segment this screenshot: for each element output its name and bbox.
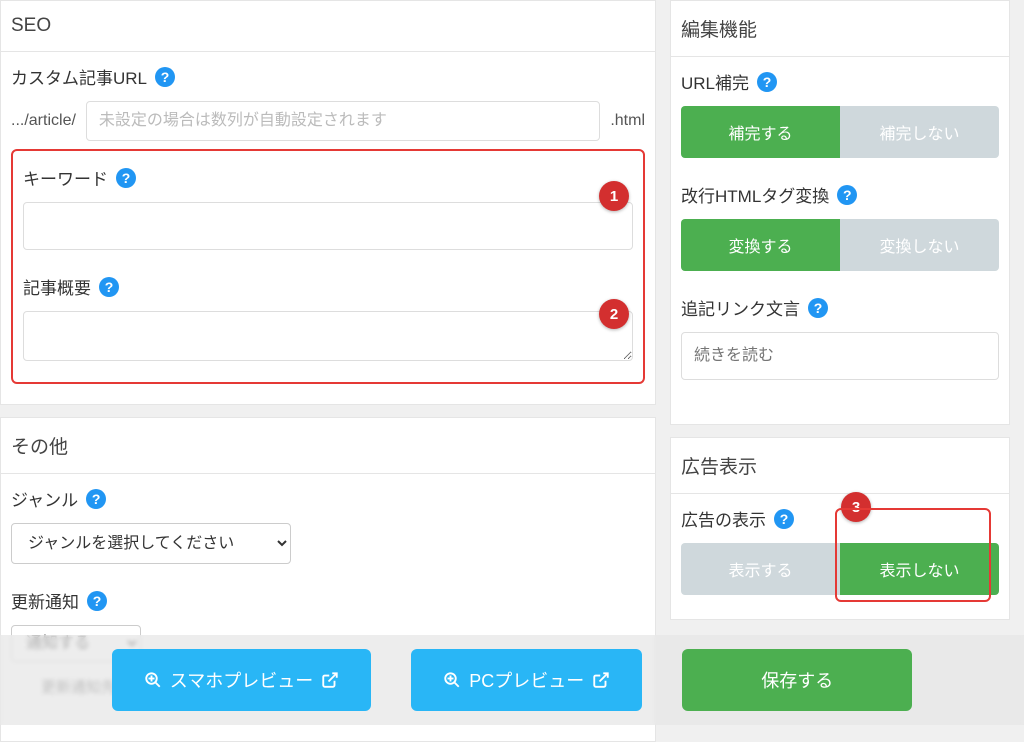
ad-panel: 広告表示 広告の表示 ? 表示する 表示しない 3	[670, 437, 1010, 620]
readmore-input[interactable]	[681, 332, 999, 380]
help-icon[interactable]: ?	[757, 72, 777, 92]
annotation-box-1-2: キーワード ? 1 記事概要 ? 2	[11, 149, 645, 384]
custom-url-label-row: カスタム記事URL ?	[11, 64, 645, 89]
summary-label-row: 記事概要 ?	[23, 274, 633, 299]
external-link-icon	[321, 671, 339, 689]
annotation-badge-1: 1	[599, 181, 629, 211]
url-complete-label-row: URL補完 ?	[681, 69, 999, 94]
preview-pc-label: PCプレビュー	[469, 667, 584, 693]
help-icon[interactable]: ?	[99, 277, 119, 297]
genre-label-row: ジャンル ?	[11, 486, 645, 511]
edit-panel: 編集機能 URL補完 ? 補完する 補完しない 改行HTMLタグ変換 ?	[670, 0, 1010, 425]
url-complete-on-button[interactable]: 補完する	[681, 106, 840, 158]
other-section-title: その他	[1, 418, 655, 474]
html-convert-label-row: 改行HTMLタグ変換 ?	[681, 182, 999, 207]
zoom-in-icon	[443, 671, 461, 689]
url-complete-off-button[interactable]: 補完しない	[840, 106, 999, 158]
custom-url-input[interactable]	[86, 101, 600, 141]
help-icon[interactable]: ?	[808, 298, 828, 318]
help-icon[interactable]: ?	[774, 509, 794, 529]
url-complete-segment: 補完する 補完しない	[681, 106, 999, 158]
notify-label-row: 更新通知 ?	[11, 588, 645, 613]
url-prefix-text: .../article/	[11, 112, 76, 130]
html-convert-segment: 変換する 変換しない	[681, 219, 999, 271]
genre-select[interactable]: ジャンルを選択してください	[11, 523, 291, 564]
readmore-label-row: 追記リンク文言 ?	[681, 295, 999, 320]
keyword-input[interactable]	[23, 202, 633, 250]
keyword-label: キーワード	[23, 165, 108, 190]
external-link-icon	[592, 671, 610, 689]
html-convert-off-button[interactable]: 変換しない	[840, 219, 999, 271]
seo-section-title: SEO	[1, 1, 655, 52]
preview-sp-button[interactable]: スマホプレビュー	[112, 649, 371, 711]
zoom-in-icon	[144, 671, 162, 689]
preview-pc-button[interactable]: PCプレビュー	[411, 649, 642, 711]
ad-display-on-button[interactable]: 表示する	[681, 543, 840, 595]
help-icon[interactable]: ?	[116, 168, 136, 188]
bottom-action-bar: スマホプレビュー PCプレビュー 保存する	[0, 635, 1024, 725]
summary-textarea[interactable]	[23, 311, 633, 361]
help-icon[interactable]: ?	[155, 67, 175, 87]
url-complete-label: URL補完	[681, 69, 749, 94]
help-icon[interactable]: ?	[837, 185, 857, 205]
seo-panel: SEO カスタム記事URL ? .../article/ .html キーワード…	[0, 0, 656, 405]
edit-section-title: 編集機能	[671, 1, 1009, 57]
save-button[interactable]: 保存する	[682, 649, 912, 711]
save-label: 保存する	[761, 667, 833, 693]
readmore-label: 追記リンク文言	[681, 295, 800, 320]
preview-sp-label: スマホプレビュー	[170, 667, 313, 693]
help-icon[interactable]: ?	[86, 489, 106, 509]
annotation-box-3	[835, 508, 991, 602]
html-convert-on-button[interactable]: 変換する	[681, 219, 840, 271]
custom-url-label: カスタム記事URL	[11, 64, 147, 89]
help-icon[interactable]: ?	[87, 591, 107, 611]
html-convert-label: 改行HTMLタグ変換	[681, 182, 829, 207]
keyword-label-row: キーワード ?	[23, 165, 633, 190]
summary-label: 記事概要	[23, 274, 91, 299]
custom-url-row: .../article/ .html	[11, 101, 645, 141]
notify-label: 更新通知	[11, 588, 79, 613]
ad-display-label: 広告の表示	[681, 506, 766, 531]
ad-section-title: 広告表示	[671, 438, 1009, 494]
url-suffix-text: .html	[610, 112, 645, 130]
genre-label: ジャンル	[11, 486, 78, 511]
annotation-badge-2: 2	[599, 299, 629, 329]
